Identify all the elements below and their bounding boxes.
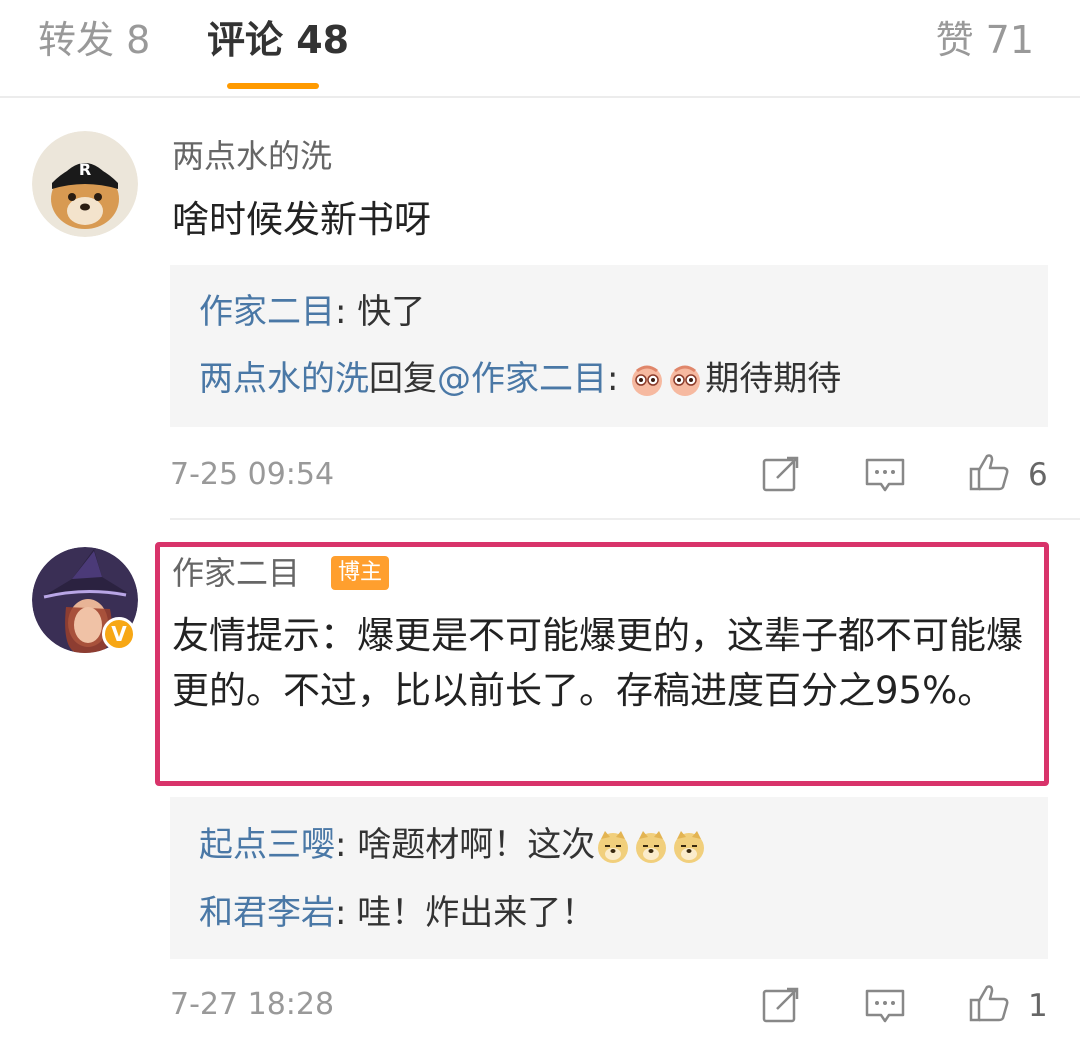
- doll-face-emoji-icon: [670, 365, 701, 396]
- reply-author[interactable]: 起点三嘤: [199, 825, 335, 865]
- reply-content: 啥题材啊！这次: [357, 825, 596, 865]
- doge-emoji-icon: [598, 830, 629, 863]
- verified-badge-icon: V: [102, 617, 136, 651]
- tab-repost[interactable]: 转发 8: [38, 16, 150, 64]
- comment-text: 啥时候发新书呀: [172, 198, 431, 241]
- reply-content: 快了: [357, 292, 426, 332]
- like-count: 1: [1028, 988, 1048, 1024]
- reply-action: 回复: [369, 359, 437, 399]
- avatar[interactable]: R: [32, 131, 138, 237]
- active-tab-indicator: [227, 83, 319, 89]
- comment-icon[interactable]: [863, 452, 907, 496]
- reply-content: 期待期待: [705, 359, 842, 399]
- tab-comments[interactable]: 评论 48: [207, 16, 349, 64]
- comment-author[interactable]: 两点水的洗: [172, 136, 332, 176]
- thumbs-up-icon[interactable]: [967, 981, 1011, 1025]
- reply-author[interactable]: 和君李岩: [199, 893, 335, 933]
- reply-separator: :: [335, 292, 358, 332]
- comment-divider: [170, 518, 1080, 520]
- reply-content: 哇！炸出来了！: [357, 893, 596, 933]
- reply-mention[interactable]: @作家二目: [437, 359, 607, 399]
- reply-author[interactable]: 两点水的洗: [199, 359, 369, 399]
- shiba-avatar-image: R: [32, 131, 138, 237]
- doge-emoji-icon: [674, 830, 705, 863]
- like-count: 6: [1028, 457, 1048, 493]
- reply-line: 起点三嘤: 啥题材啊！这次: [199, 823, 709, 867]
- reply-preview-box[interactable]: 起点三嘤: 啥题材啊！这次 和君李岩: 哇！炸出来了！: [170, 797, 1048, 959]
- thumbs-up-icon[interactable]: [967, 450, 1011, 494]
- reply-separator: :: [607, 359, 619, 399]
- highlight-frame: [155, 542, 1049, 786]
- reply-line: 和君李岩: 哇！炸出来了！: [199, 891, 595, 935]
- comment-tabs: 转发 8 评论 48 赞 71: [0, 0, 1080, 98]
- reply-separator: :: [335, 825, 358, 865]
- reply-separator: :: [335, 893, 358, 933]
- reply-author[interactable]: 作家二目: [199, 292, 335, 332]
- reply-line: 作家二目: 快了: [199, 290, 425, 334]
- svg-text:R: R: [79, 160, 91, 179]
- comment-icon[interactable]: [863, 983, 907, 1027]
- reply-preview-box[interactable]: 作家二目: 快了 两点水的洗回复@作家二目: 期待期待: [170, 265, 1048, 427]
- comment-time: 7-27 18:28: [170, 987, 335, 1022]
- share-icon[interactable]: [759, 983, 803, 1027]
- doge-emoji-icon: [636, 830, 667, 863]
- reply-line: 两点水的洗回复@作家二目: 期待期待: [199, 357, 841, 401]
- comment-time: 7-25 09:54: [170, 457, 335, 492]
- tab-likes[interactable]: 赞 71: [936, 16, 1034, 64]
- share-icon[interactable]: [759, 452, 803, 496]
- doll-face-emoji-icon: [632, 365, 663, 396]
